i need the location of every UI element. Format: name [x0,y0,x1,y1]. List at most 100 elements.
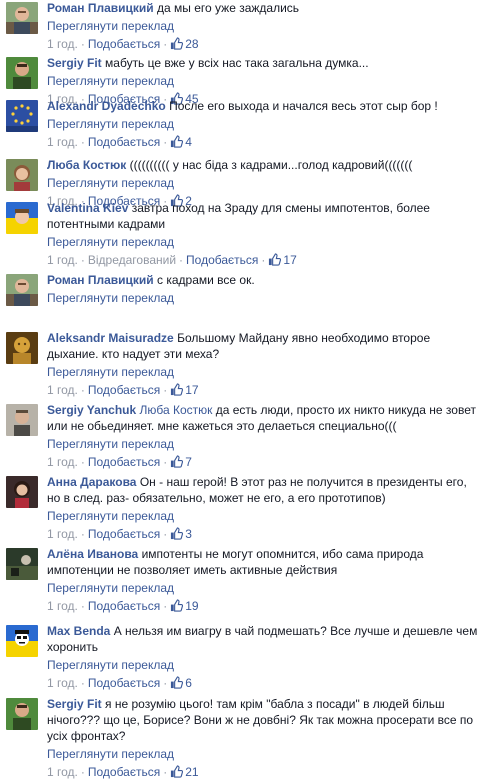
comment-text: Alexandr Dyadechko После его выхода и на… [47,98,483,114]
comment-meta: 1 год. · Подобається · 6 [47,675,483,693]
like-count[interactable]: 17 [170,383,199,397]
separator-dot: · [80,253,85,267]
comment-body: Роман Плавицкий да мы его уже заждались П… [47,0,483,54]
avatar[interactable] [6,57,38,89]
separator-dot: · [163,455,168,469]
separator-dot: · [80,455,85,469]
comment-body: Sergiy Fit я не розумію цього! там крім … [47,696,483,782]
like-button[interactable]: Подобається [88,527,160,541]
avatar[interactable] [6,698,38,730]
like-button[interactable]: Подобається [88,37,160,51]
like-button[interactable]: Подобається [88,383,160,397]
timestamp[interactable]: 1 год. [47,383,78,397]
see-translation-link[interactable]: Переглянути переклад [47,116,483,132]
like-count[interactable]: 7 [170,455,192,469]
see-translation-link[interactable]: Переглянути переклад [47,364,483,380]
see-translation-link[interactable]: Переглянути переклад [47,175,483,191]
like-count[interactable]: 28 [170,37,199,54]
author-link[interactable]: Анна Даракова [47,475,136,489]
comment-message: (((((((((( у нас біда з кадрами...голод … [129,158,413,172]
thumbs-up-icon [170,599,184,616]
author-link[interactable]: Роман Плавицкий [47,273,154,287]
comment-text: Sergiy Yanchuk Люба Костюк да есть люди,… [47,402,483,434]
see-translation-link[interactable]: Переглянути переклад [47,234,483,250]
comment-meta: 1 год. · Подобається · 17 [47,382,483,400]
like-count-value: 6 [185,676,192,690]
like-button[interactable]: Подобається [88,676,160,690]
comment-meta: 1 год. · Відредагований · Подобається · 17 [47,252,483,270]
mention-link[interactable]: Люба Костюк [140,403,213,417]
comment-text: Max Benda А нельзя им виагру в чай подме… [47,623,483,655]
avatar[interactable] [6,625,38,657]
like-button[interactable]: Подобається [88,599,160,613]
see-translation-link[interactable]: Переглянути переклад [47,18,483,34]
timestamp[interactable]: 1 год. [47,527,78,541]
avatar[interactable] [6,274,38,306]
avatar[interactable] [6,476,38,508]
see-translation-link[interactable]: Переглянути переклад [47,290,483,306]
author-link[interactable]: Aleksandr Maisuradze [47,331,174,345]
timestamp[interactable]: 1 год. [47,599,78,613]
comment-list: Роман Плавицкий да мы его уже заждались П… [0,0,489,779]
comment-meta: 1 год. · Подобається · 21 [47,764,483,782]
avatar[interactable] [6,404,38,436]
timestamp[interactable]: 1 год. [47,765,78,779]
timestamp[interactable]: 1 год. [47,676,78,690]
like-count[interactable]: 4 [170,135,192,149]
avatar[interactable] [6,548,38,580]
comment-text: Роман Плавицкий с кадрами все ок. [47,272,483,288]
thumbs-up-icon [170,765,184,782]
comment-text: Алёна Иванова импотенты не могут опомнит… [47,546,483,578]
thumbs-up-icon [170,135,184,152]
author-link[interactable]: Sergiy Yanchuk [47,403,136,417]
see-translation-link[interactable]: Переглянути переклад [47,746,483,762]
comment-message: А нельзя им виагру в чай подмешать? Все … [47,624,478,654]
thumbs-up-icon [170,455,184,472]
see-translation-link[interactable]: Переглянути переклад [47,73,483,89]
like-count-value: 28 [185,37,199,51]
timestamp[interactable]: 1 год. [47,37,78,51]
comment-meta: 1 год. · Подобається · 3 [47,526,483,544]
author-link[interactable]: Sergiy Fit [47,56,102,70]
avatar[interactable] [6,332,38,364]
avatar[interactable] [6,2,38,34]
thumbs-up-icon [170,37,184,54]
like-count[interactable]: 19 [170,599,199,616]
timestamp[interactable]: 1 год. [47,253,78,267]
edited-label[interactable]: Відредагований [88,253,176,267]
avatar[interactable] [6,159,38,191]
author-link[interactable]: Valentina Kiev [47,201,128,215]
like-count[interactable]: 6 [170,676,192,690]
author-link[interactable]: Max Benda [47,624,110,638]
like-count-value: 4 [185,135,192,149]
like-count[interactable]: 3 [170,527,192,541]
timestamp[interactable]: 1 год. [47,455,78,469]
like-count[interactable]: 17 [268,253,297,267]
see-translation-link[interactable]: Переглянути переклад [47,436,483,452]
avatar[interactable] [6,202,38,234]
like-count-value: 3 [185,527,192,541]
comment-body: Valentina Kiev завтра поход на Зраду для… [47,200,483,270]
author-link[interactable]: Алёна Иванова [47,547,138,561]
comment-message: я не розумію цього! там крім "бабла з по… [47,697,474,743]
like-button[interactable]: Подобається [88,765,160,779]
author-link[interactable]: Sergiy Fit [47,697,102,711]
see-translation-link[interactable]: Переглянути переклад [47,657,483,673]
comment-body: Роман Плавицкий с кадрами все ок. Перегля… [47,272,483,306]
like-button[interactable]: Подобається [88,455,160,469]
separator-dot: · [261,253,266,267]
see-translation-link[interactable]: Переглянути переклад [47,508,483,524]
comment-text: Анна Даракова Он - наш герой! В этот раз… [47,474,483,506]
author-link[interactable]: Роман Плавицкий [47,1,154,15]
timestamp[interactable]: 1 год. [47,135,78,149]
separator-dot: · [80,37,85,51]
see-translation-link[interactable]: Переглянути переклад [47,580,483,596]
avatar[interactable] [6,100,38,132]
separator-dot: · [163,37,168,51]
author-link[interactable]: Alexandr Dyadechko [47,99,166,113]
comment-message: да мы его уже заждались [157,1,300,15]
like-count[interactable]: 21 [170,765,199,782]
author-link[interactable]: Люба Костюк [47,158,126,172]
like-button[interactable]: Подобається [88,135,160,149]
like-button[interactable]: Подобається [186,253,258,267]
